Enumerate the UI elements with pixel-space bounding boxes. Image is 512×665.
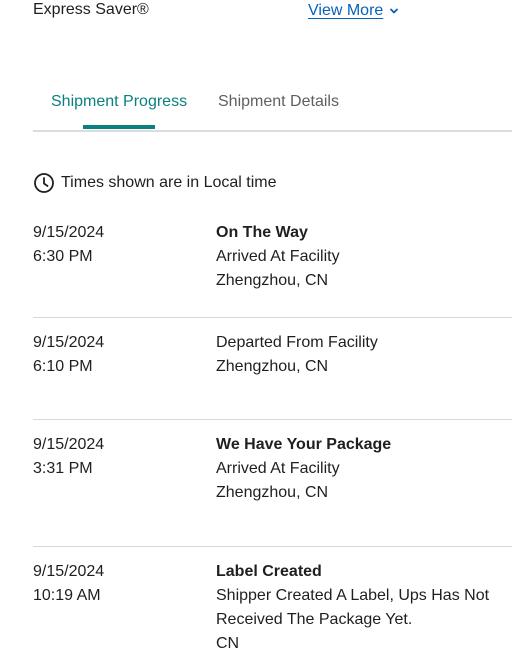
view-more-link[interactable]: View More xyxy=(308,0,399,23)
event-details: Departed From Facility Zhengzhou, CN xyxy=(216,331,512,379)
event-description: Arrived At Facility xyxy=(216,460,340,477)
event-date: 9/15/2024 xyxy=(33,224,105,241)
event-time: 3:31 PM xyxy=(33,460,93,477)
event-status: On The Way xyxy=(216,224,308,241)
clock-icon xyxy=(34,173,54,193)
event-details: Label Created Shipper Created A Label, U… xyxy=(216,560,512,656)
event-time: 6:10 PM xyxy=(33,358,93,375)
event-row: 9/15/2024 3:31 PM We Have Your Package A… xyxy=(33,420,512,547)
chevron-down-icon xyxy=(390,8,399,14)
event-list: 9/15/2024 6:30 PM On The Way Arrived At … xyxy=(33,221,512,665)
active-tab-indicator xyxy=(83,125,155,129)
event-date: 9/15/2024 xyxy=(33,334,105,351)
event-row: 9/15/2024 10:19 AM Label Created Shipper… xyxy=(33,547,512,665)
service-name: Express Saver® xyxy=(33,1,149,18)
tab-shipment-details[interactable]: Shipment Details xyxy=(218,92,339,112)
event-location: Zhengzhou, CN xyxy=(216,484,329,501)
event-time: 10:19 AM xyxy=(33,587,101,604)
event-datetime: 9/15/2024 6:10 PM xyxy=(33,331,203,379)
event-location: Zhengzhou, CN xyxy=(216,358,329,375)
event-status: We Have Your Package xyxy=(216,436,392,453)
event-datetime: 9/15/2024 3:31 PM xyxy=(33,433,203,481)
event-details: We Have Your Package Arrived At Facility… xyxy=(216,433,512,505)
timezone-text: Times shown are in Local time xyxy=(61,174,277,191)
event-row: 9/15/2024 6:30 PM On The Way Arrived At … xyxy=(33,221,512,318)
event-description: Shipper Created A Label, Ups Has Not Rec… xyxy=(216,587,490,628)
tab-shipment-progress[interactable]: Shipment Progress xyxy=(51,92,187,112)
event-time: 6:30 PM xyxy=(33,248,93,265)
event-details: On The Way Arrived At Facility Zhengzhou… xyxy=(216,221,512,293)
event-date: 9/15/2024 xyxy=(33,436,105,453)
shipment-tracking-panel: Express Saver® View More Shipment Progre… xyxy=(0,0,512,665)
event-date: 9/15/2024 xyxy=(33,563,105,580)
event-location: CN xyxy=(216,635,240,652)
event-description: Arrived At Facility xyxy=(216,248,340,265)
event-row: 9/15/2024 6:10 PM Departed From Facility… xyxy=(33,318,512,420)
event-datetime: 9/15/2024 10:19 AM xyxy=(33,560,203,608)
view-more-label: View More xyxy=(308,2,384,19)
event-location: Zhengzhou, CN xyxy=(216,272,329,289)
event-status: Label Created xyxy=(216,563,322,580)
event-datetime: 9/15/2024 6:30 PM xyxy=(33,221,203,269)
event-description: Departed From Facility xyxy=(216,334,378,351)
timezone-note: Times shown are in Local time xyxy=(33,172,277,194)
